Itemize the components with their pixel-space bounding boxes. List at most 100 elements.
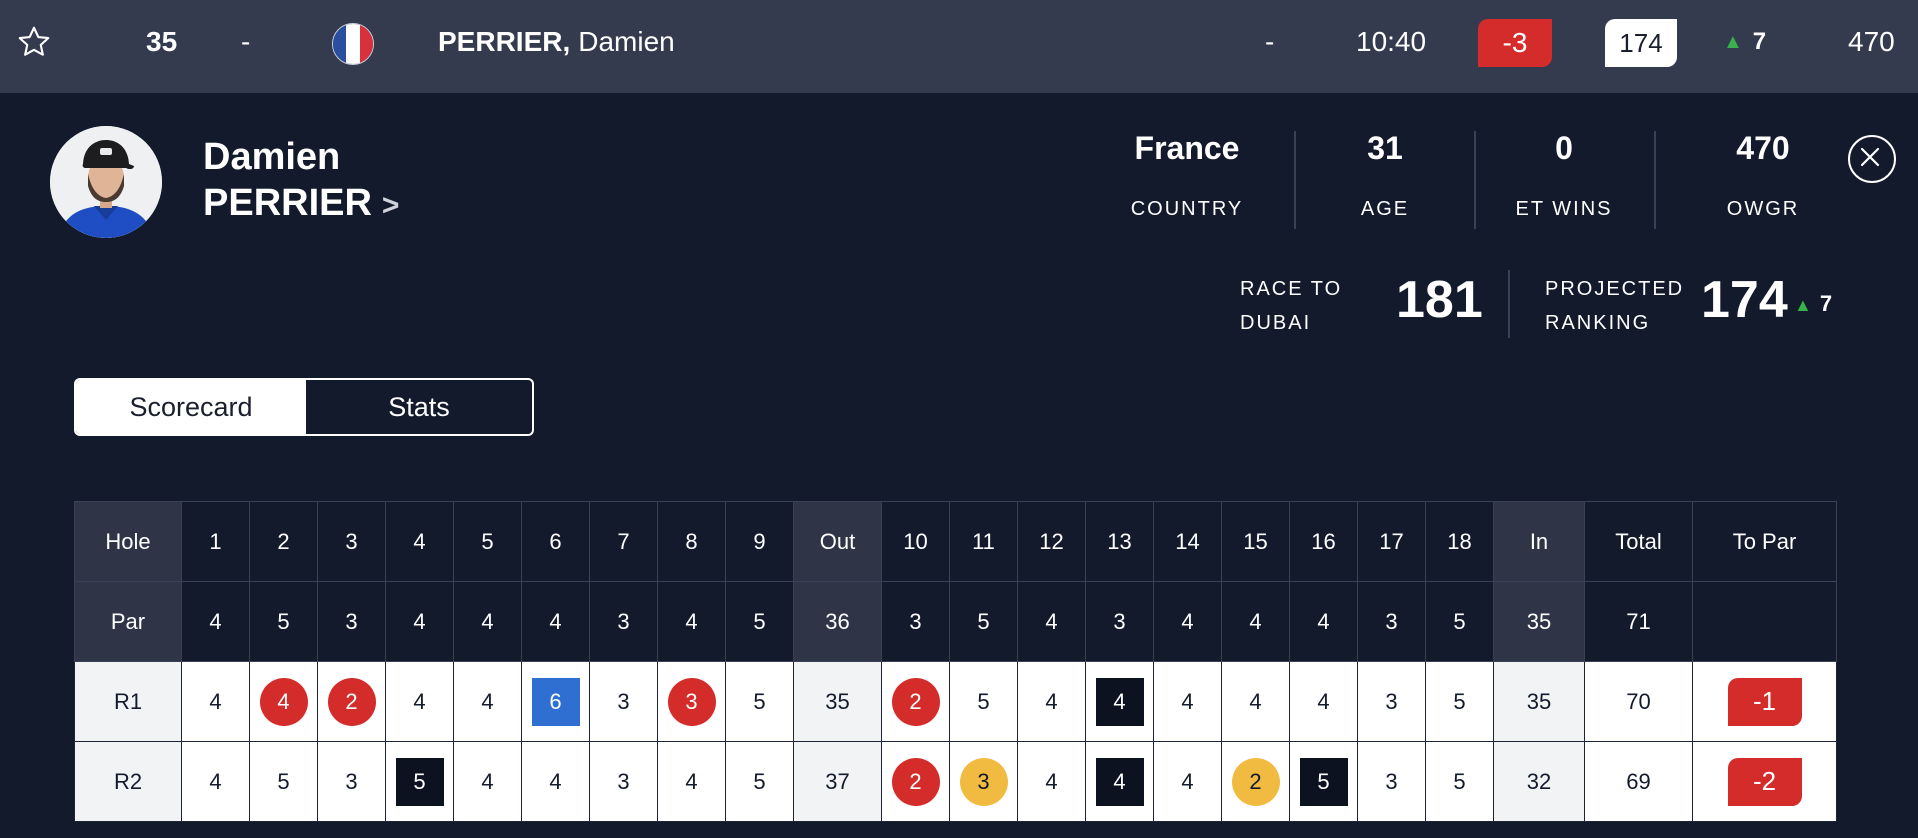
hole-cell-text: 9 [753,528,766,554]
race-label-line2: DUBAI [1240,312,1312,334]
tab-stats[interactable]: Stats [306,380,532,434]
score-cell: 32 [1493,741,1585,822]
score-cell-text: 2 [891,757,940,806]
position-change: - [241,26,251,57]
score-cell: 3 [589,741,658,822]
hole-cell: Out [793,501,882,582]
score-cell-text: 32 [1526,768,1552,794]
leaderboard-position: 35 [146,26,178,57]
stat-age: 31 AGE [1295,130,1475,221]
race-to-dubai-value: 181 [1396,271,1483,329]
par-cell-text: 4 [1181,608,1194,634]
par-cell-text: 36 [825,608,850,634]
score-cell-text: 4 [1045,768,1058,794]
par-cell: Par [74,581,182,662]
score-cell-text: 6 [531,677,580,726]
par-cell: 3 [1357,581,1426,662]
score-cell: 4 [521,741,590,822]
projected-ranking-value: 174 [1701,271,1788,329]
par-cell-text: 4 [413,608,426,634]
score-cell-text: 2 [327,677,376,726]
hole-cell: 2 [249,501,318,582]
hole-cell: 17 [1357,501,1426,582]
score-cell-text: 2 [891,677,940,726]
score-cell: 4 [657,741,726,822]
par-cell: 4 [1153,581,1222,662]
score-cell-text: 5 [1453,768,1466,794]
score-cell-text: 4 [413,688,426,714]
hole-cell-text: 16 [1311,528,1336,554]
par-cell: 71 [1584,581,1693,662]
stat-value: France [1134,130,1240,166]
score-cell: 4 [453,741,522,822]
score-cell: 37 [793,741,882,822]
hole-cell: 1 [181,501,250,582]
score-cell: 2 [881,741,950,822]
score-cell-text: 37 [825,768,850,794]
stat-value: 0 [1555,130,1573,166]
player-name[interactable]: PERRIER, Damien [438,0,675,84]
score-cell: 5 [1289,741,1358,822]
thru-value: - [1265,26,1275,57]
score-cell: 35 [793,661,882,742]
profile-first-name: Damien [203,136,341,178]
score-cell: 69 [1584,741,1693,822]
score-cell-text: 4 [1181,768,1194,794]
race-to-dubai-label: RACE TO DUBAI [1240,272,1342,340]
par-row: Par 4 5 3 4 4 4 3 4 5 36 3 5 4 3 4 4 4 3 5 35 71 [74,581,1837,662]
score-cell-text: 3 [617,688,630,714]
rank-movement: ▲ 7 [1723,0,1766,84]
favorite-star-icon[interactable] [14,0,54,84]
score-cell: 2 [317,661,386,742]
par-cell: 4 [1289,581,1358,662]
score-cell: 6 [521,661,590,742]
hole-cell-text: 7 [617,528,630,554]
close-button[interactable] [1848,135,1896,183]
par-cell: 35 [1493,581,1585,662]
hole-cell-text: Hole [105,528,151,554]
round-label: R1 [74,661,182,742]
points-value: 470 [1848,26,1895,57]
player-row[interactable]: 35 - PERRIER, Damien - 10:40 -3 174 ▲ 7 … [0,0,1918,93]
par-cell: 3 [1085,581,1154,662]
projected-ranking-label: PROJECTED RANKING [1545,272,1684,340]
score-cell-text: 3 [667,677,716,726]
par-cell: 4 [453,581,522,662]
par-cell-text: 3 [617,608,630,634]
par-cell: 3 [589,581,658,662]
score-cell: 2 [1221,741,1290,822]
tab-scorecard[interactable]: Scorecard [76,380,306,434]
player-profile-name[interactable]: Damien PERRIER > [203,134,399,229]
round-row: R2 4 5 3 5 4 4 3 4 5 37 2 3 4 4 4 2 5 3 5 32 69 -2 [74,741,1837,822]
hole-cell: 12 [1017,501,1086,582]
par-cell-text: 4 [549,608,562,634]
rank-movement-value: 7 [1752,28,1767,55]
hole-cell: In [1493,501,1585,582]
hole-cell-text: 12 [1039,528,1064,554]
score-cell-text: 4 [1095,677,1144,726]
hole-cell: 18 [1425,501,1494,582]
score-cell-text: 4 [259,677,308,726]
par-cell-text: 5 [753,608,766,634]
hole-cell-text: 1 [209,528,222,554]
stat-value: 31 [1367,130,1403,166]
score-cell-text: 5 [395,757,444,806]
score-cell-text: 69 [1626,768,1651,794]
hole-cell-text: Out [819,528,856,554]
round-label: R2 [74,741,182,822]
score-cell: 4 [1017,661,1086,742]
score-cell-text: 5 [753,688,766,714]
par-cell: 5 [725,581,794,662]
par-cell: 4 [181,581,250,662]
round-label-text: R1 [113,688,143,714]
par-cell: 4 [385,581,454,662]
par-cell-text: 4 [1249,608,1262,634]
hole-cell-text: 6 [549,528,562,554]
divider [1508,270,1510,338]
score-cell-text: 4 [549,768,562,794]
hole-cell: 15 [1221,501,1290,582]
par-cell: 3 [881,581,950,662]
score-cell: 5 [949,661,1018,742]
par-cell: 5 [949,581,1018,662]
hole-cell-text: 17 [1379,528,1404,554]
